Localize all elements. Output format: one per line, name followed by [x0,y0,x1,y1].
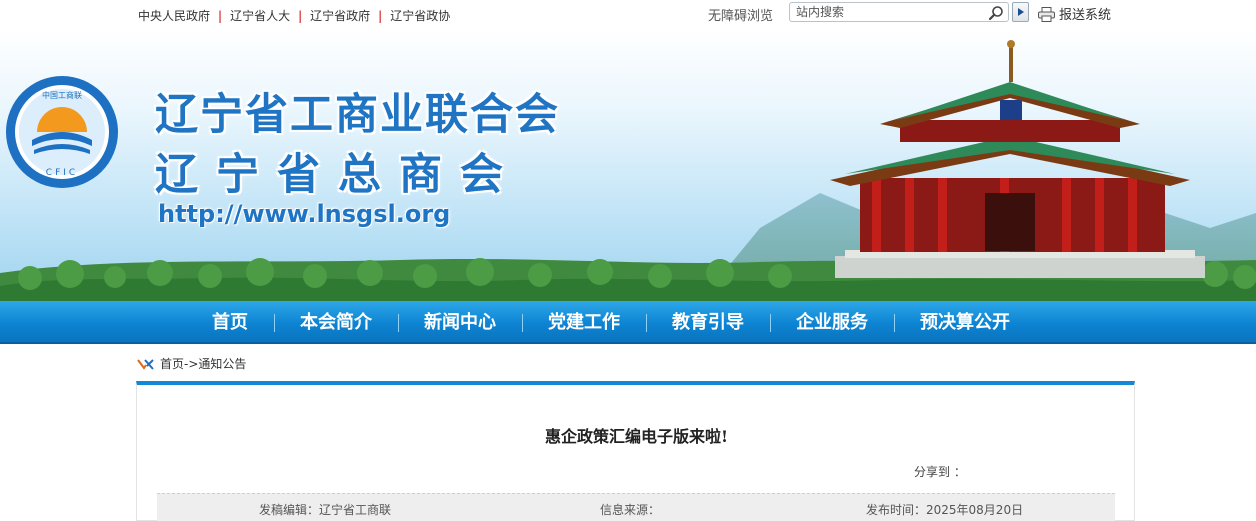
svg-text:CFIC: CFIC [46,168,78,178]
nav-item-services[interactable]: 企业服务 [770,301,894,344]
accessibility-link[interactable]: 无障碍浏览 [708,5,773,24]
link-central-gov[interactable]: 中央人民政府 [138,9,210,23]
gov-links: 中央人民政府 | 辽宁省人大 | 辽宁省政府 | 辽宁省政协 [138,9,451,23]
share-label: 分享到 ： [914,465,966,479]
article-date: 发布时间：2025年08月20日 [866,503,1024,517]
report-system-link[interactable]: 报送系统 [1038,4,1111,23]
nav-item-news[interactable]: 新闻中心 [398,301,522,344]
org-title-line1: 辽宁省工商业联合会 [155,90,560,140]
article-editor: 发稿编辑：辽宁省工商联 [259,503,392,517]
breadcrumb-home[interactable]: 首页 [160,357,184,371]
article-source: 信息来源： [600,503,661,517]
search-input[interactable] [790,3,980,21]
svg-text:中国工商联: 中国工商联 [42,90,82,100]
nav-item-about[interactable]: 本会简介 [274,301,398,344]
search-box [789,2,1009,22]
header-banner: 中国工商联 CFIC 辽宁省工商业联合会 辽宁省总商会 http://www.l… [0,28,1256,301]
top-bar: 中央人民政府|辽宁省人大|辽宁省政府|辽宁省政协 无障碍浏览 报送系统 [0,0,1256,28]
search-icon[interactable] [988,5,1004,21]
breadcrumb-arrow: -> [184,357,199,371]
main-nav: 首页 本会简介 新闻中心 党建工作 教育引导 企业服务 预决算公开 [0,301,1256,344]
article-panel: 惠企政策汇编电子版来啦! 分享到 ： 发稿编辑：辽宁省工商联 信息来源： 发布时… [136,381,1135,521]
article-title: 惠企政策汇编电子版来啦! [544,427,729,446]
location-marker-icon [137,359,154,370]
link-provincial-congress[interactable]: 辽宁省人大 [230,9,290,23]
breadcrumb-current[interactable]: 通知公告 [198,357,246,371]
breadcrumb: 首页->通知公告 [136,355,246,372]
link-provincial-gov[interactable]: 辽宁省政府 [310,9,370,23]
site-url: http://www.lnsgsl.org [158,200,451,228]
nav-item-home[interactable]: 首页 [186,301,274,344]
search-go-button[interactable] [1012,2,1029,22]
report-system-label: 报送系统 [1059,8,1112,23]
cfic-emblem-logo: 中国工商联 CFIC [6,76,118,188]
nav-item-budget[interactable]: 预决算公开 [894,301,1036,344]
printer-icon [1038,7,1055,22]
link-provincial-cppcc[interactable]: 辽宁省政协 [390,9,450,23]
nav-item-party[interactable]: 党建工作 [522,301,646,344]
nav-item-education[interactable]: 教育引导 [646,301,770,344]
org-title-line2: 辽宁省总商会 [155,150,521,200]
